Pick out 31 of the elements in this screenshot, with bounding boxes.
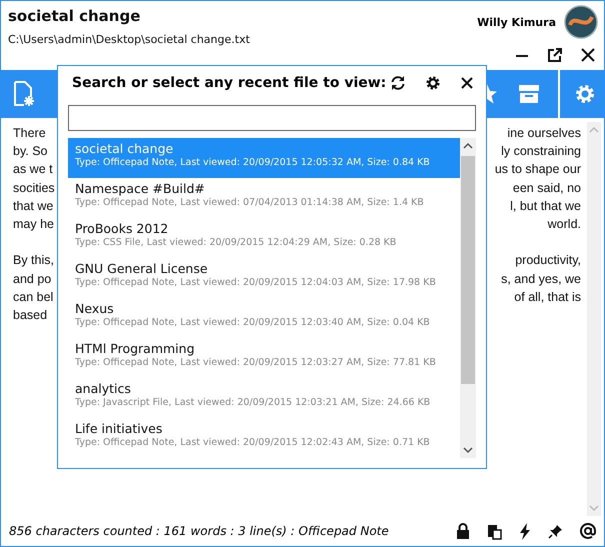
editor-text: us to shape our — [494, 161, 581, 178]
editor-text: There — [13, 125, 46, 142]
file-list-item[interactable]: Life initiatives Type: Officepad Note, Last viewed: 20/09/2015 12:02:43 AM, Size: 0.71 KB — [68, 418, 460, 458]
file-list-item[interactable]: Nexus Type: Officepad Note, Last viewed: 20/09/2015 12:03:40 AM, Size: 0.04 KB — [68, 298, 460, 338]
editor-text: l, but that we — [510, 198, 581, 215]
editor-text: s, and yes, we — [501, 270, 581, 288]
editor-text: ine ourselves — [507, 125, 581, 142]
editor-text: socities — [13, 180, 55, 197]
editor-text: that we — [13, 198, 54, 215]
file-list-item[interactable]: GNU General License Type: Officepad Note, Last viewed: 20/09/2015 12:04:03 AM, Size: 17.98 KB — [68, 258, 460, 298]
editor-text: of all, that is — [514, 288, 581, 306]
file-path: C:\Users\admin\Desktop\societal change.txt — [8, 33, 250, 46]
file-list-item[interactable]: analytics Type: Javascript File, Last viewed: 20/09/2015 12:03:21 AM, Size: 24.66 KB — [68, 378, 460, 418]
editor-text: een said, no — [512, 180, 581, 197]
file-list-item[interactable]: Namespace #Build# Type: Officepad Note, Last viewed: 07/04/2013 01:14:38 AM, Size: 1.4 KB — [68, 178, 460, 218]
dialog-title: Search or select any recent file to view: — [72, 75, 386, 91]
editor-text: can bel — [13, 288, 54, 306]
editor-text: may he — [13, 216, 54, 233]
editor-text: and po — [13, 270, 52, 288]
editor-text: productivity, — [515, 252, 581, 270]
editor-text: based — [13, 306, 48, 324]
editor-text: ly constraining — [501, 143, 581, 160]
user-name: Willy Kimura — [477, 16, 556, 28]
editor-text: By this, — [13, 252, 54, 270]
file-list-item[interactable]: ProBooks 2012 Type: CSS File, Last viewed: 20/09/2015 12:04:29 AM, Size: 0.28 KB — [68, 218, 460, 258]
editor-text: by. So — [13, 143, 48, 160]
editor-text: as we t — [13, 161, 53, 178]
editor-text: world. — [548, 216, 581, 233]
status-text: 856 characters counted : 161 words : 3 line(s) : Officepad Note — [9, 524, 389, 538]
file-list-item[interactable]: HTMl Programming Type: Officepad Note, Last viewed: 20/09/2015 12:03:27 AM, Size: 77.81 KB — [68, 338, 460, 378]
window-title: societal change — [8, 7, 142, 25]
